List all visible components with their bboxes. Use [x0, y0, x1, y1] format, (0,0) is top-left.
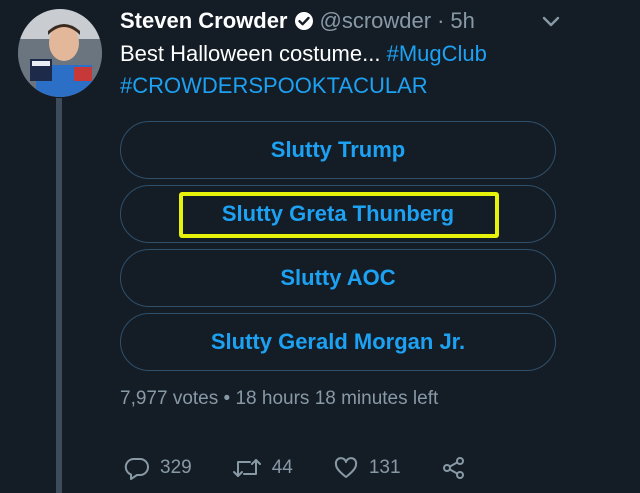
poll-meta: 7,977 votes • 18 hours 18 minutes left — [120, 388, 438, 410]
share-icon — [442, 457, 464, 479]
hashtag-mugclub[interactable]: #MugClub — [387, 41, 487, 66]
like-button[interactable]: 131 — [333, 456, 401, 480]
reply-button[interactable]: 329 — [124, 456, 192, 480]
hashtag-crowderspooktacular[interactable]: #CROWDERSPOOKTACULAR — [120, 73, 428, 98]
poll-option[interactable]: Slutty Greta Thunberg — [120, 185, 556, 243]
author-handle[interactable]: @scrowder — [320, 8, 432, 34]
tweet-text: Best Halloween costume... #MugClub #CROW… — [120, 38, 600, 102]
chevron-down-icon[interactable] — [540, 14, 562, 30]
tweet-header: Steven Crowder @scrowder · 5h — [120, 6, 475, 36]
thread-line — [56, 98, 62, 493]
tweet-container: Steven Crowder @scrowder · 5h Best Hallo… — [0, 0, 640, 493]
timestamp[interactable]: 5h — [450, 8, 474, 34]
poll-option-label: Slutty AOC — [280, 265, 396, 290]
reply-count: 329 — [160, 457, 192, 478]
heart-icon — [334, 457, 357, 478]
poll-option-label: Slutty Gerald Morgan Jr. — [210, 329, 466, 354]
verified-badge-icon — [294, 11, 314, 31]
poll-option[interactable]: Slutty Gerald Morgan Jr. — [120, 313, 556, 371]
retweet-icon — [232, 459, 261, 477]
poll-option[interactable]: Slutty Trump — [120, 121, 556, 179]
poll-option[interactable]: Slutty AOC — [120, 249, 556, 307]
like-count: 131 — [368, 457, 401, 478]
poll-option-label: Slutty Trump — [270, 137, 406, 162]
action-bar: 329 44 131 — [124, 456, 517, 480]
avatar[interactable] — [18, 9, 102, 97]
share-button[interactable] — [441, 456, 477, 480]
retweet-count: 44 — [271, 457, 293, 478]
author-name[interactable]: Steven Crowder — [120, 8, 288, 34]
highlight-box — [179, 192, 499, 238]
meta-separator: • — [223, 388, 231, 409]
retweet-button[interactable]: 44 — [232, 456, 293, 480]
tweet-text-plain: Best Halloween costume... — [120, 41, 387, 66]
reply-icon — [124, 457, 149, 480]
vote-count: 7,977 votes — [120, 388, 219, 409]
header-separator: · — [437, 8, 445, 33]
poll: Slutty Trump Slutty Greta Thunberg Slutt… — [120, 121, 556, 377]
time-left: 18 hours 18 minutes left — [235, 388, 439, 409]
